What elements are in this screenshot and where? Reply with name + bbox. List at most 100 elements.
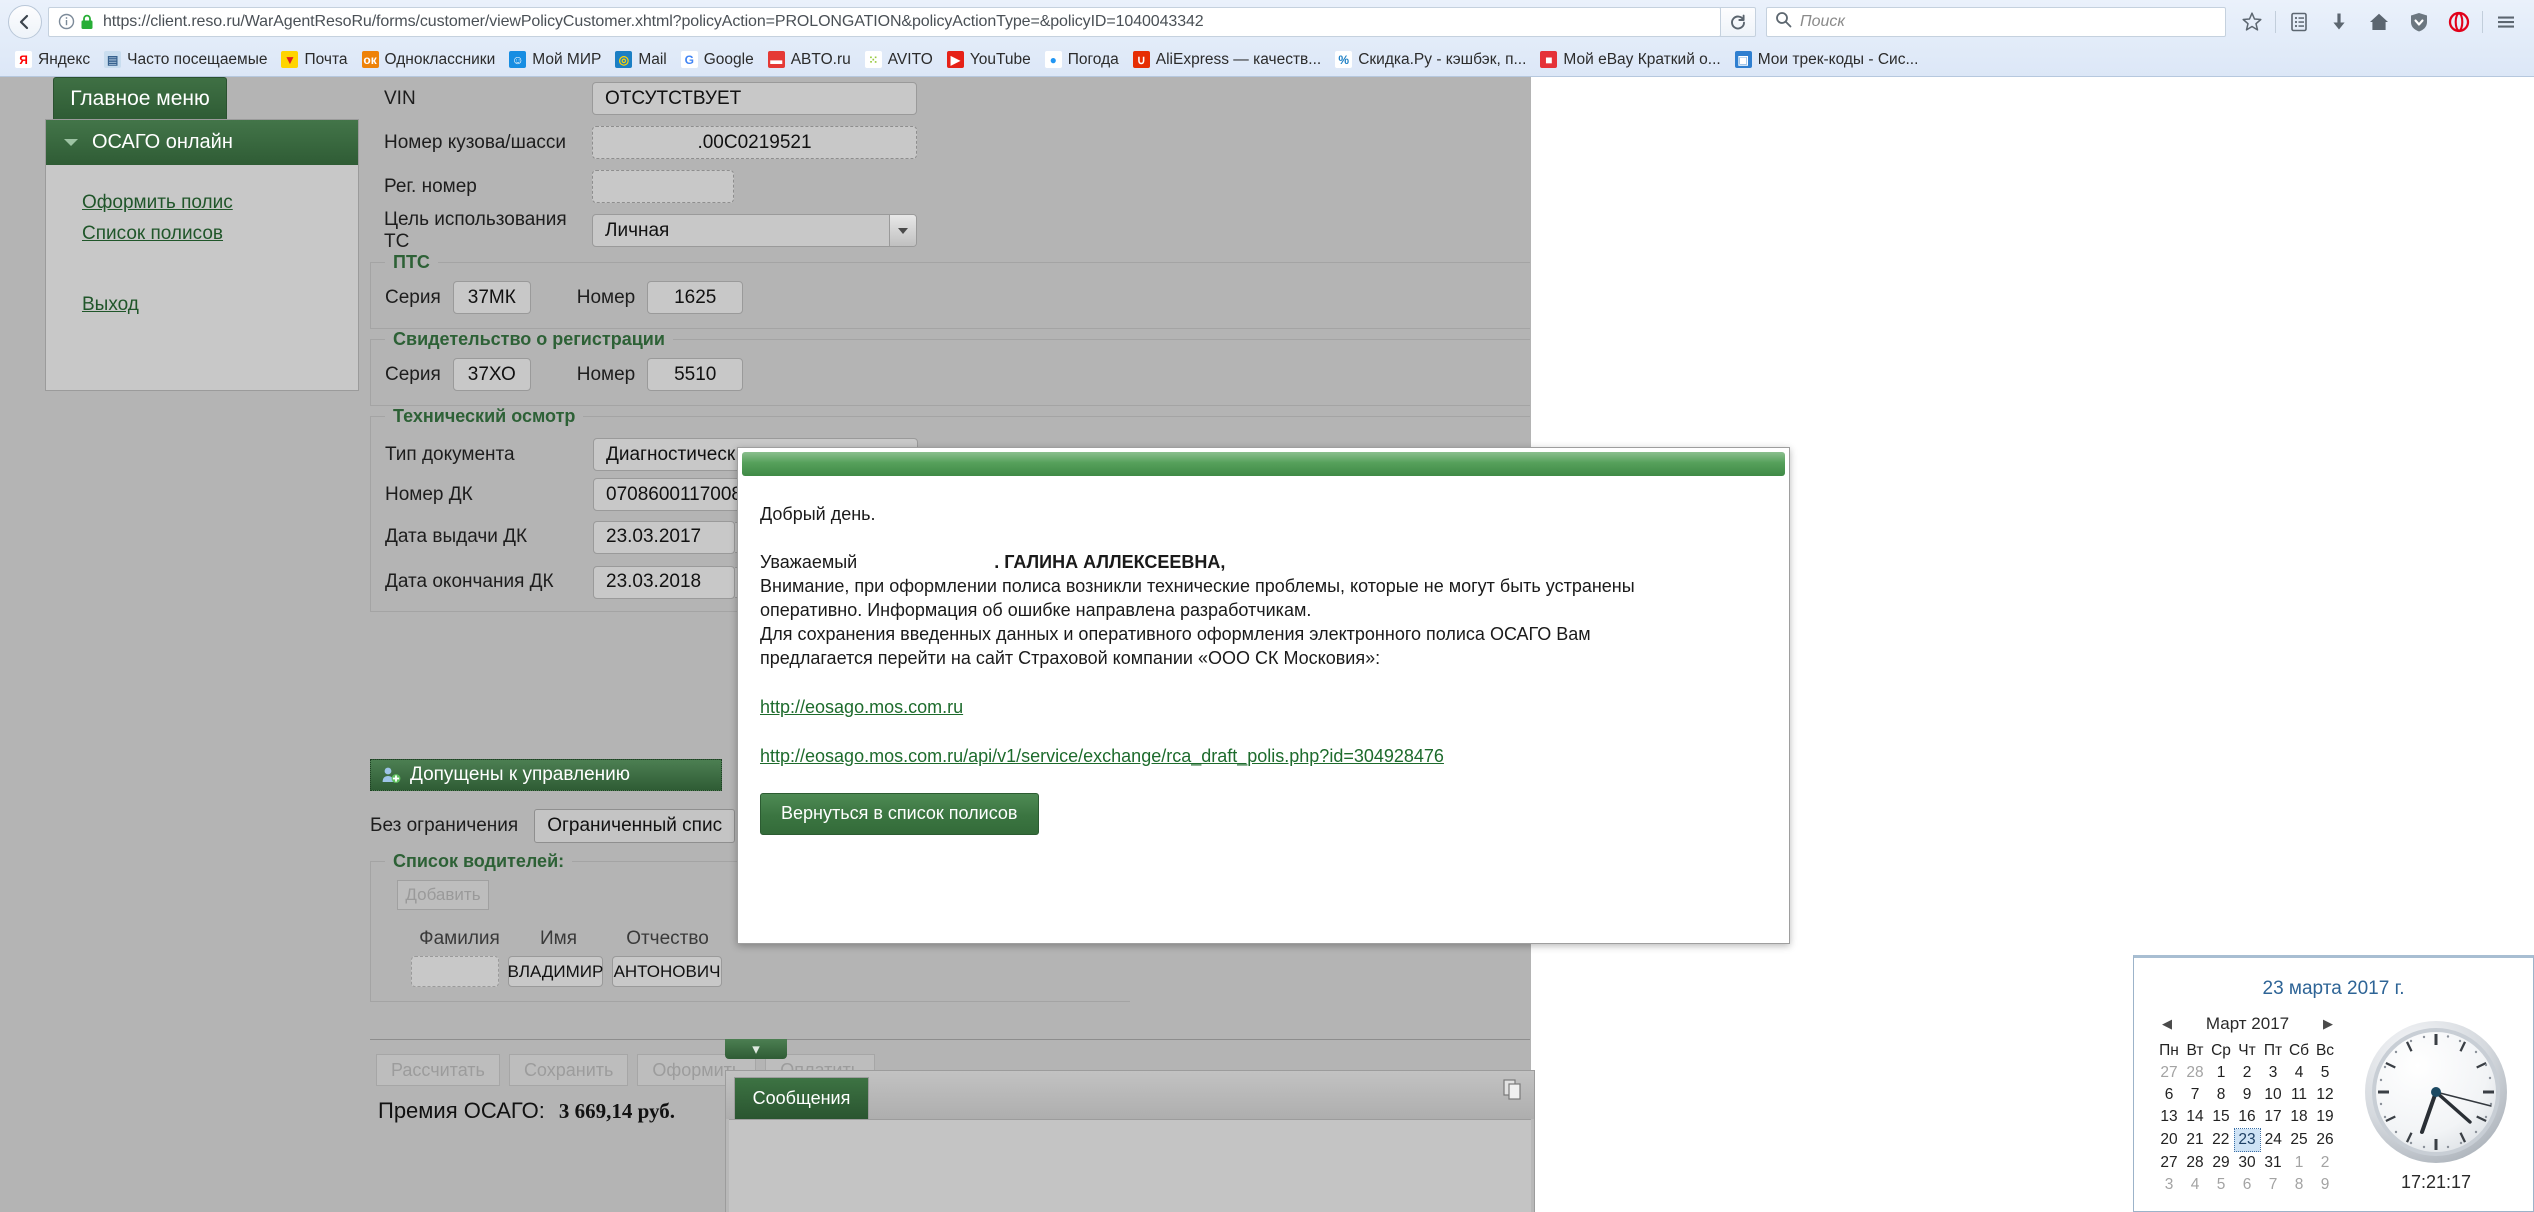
calendar-day[interactable]: 29 [2208, 1152, 2234, 1175]
calendar-day[interactable]: 3 [2260, 1062, 2286, 1084]
bookmark-item-6[interactable]: G Google [674, 46, 761, 73]
calendar-grid[interactable]: Пн Вт Ср Чт Пт Сб Вс 27 28 1 2 3 4 5 6 7 8 9 10 11 12 13 14 15 1… [2156, 1040, 2338, 1196]
home-button[interactable] [2359, 5, 2399, 39]
calendar-day[interactable]: 7 [2260, 1174, 2286, 1196]
back-button[interactable] [8, 4, 42, 39]
calendar-day[interactable]: 27 [2156, 1062, 2182, 1084]
reload-button[interactable] [1720, 6, 1756, 37]
save-button[interactable]: Сохранить [508, 1054, 629, 1086]
registration-number-input[interactable]: 5510 [647, 358, 744, 391]
sidebar-item-policy-list[interactable]: Список полисов [82, 218, 358, 249]
modal-link-site[interactable]: http://eosago.mos.com.ru [760, 697, 963, 718]
calendar-day[interactable]: 2 [2312, 1152, 2338, 1175]
bookmark-item-2[interactable]: ▼ Почта [274, 46, 354, 73]
calendar-day[interactable]: 3 [2156, 1174, 2182, 1196]
option-limited[interactable]: Ограниченный спис [534, 809, 736, 843]
tab-messages[interactable]: Сообщения [734, 1077, 869, 1119]
calendar-day[interactable]: 12 [2312, 1084, 2338, 1106]
bookmark-item-9[interactable]: ▶ YouTube [940, 46, 1038, 73]
calendar-day[interactable]: 14 [2182, 1106, 2208, 1129]
calendar-day[interactable]: 30 [2234, 1152, 2260, 1175]
bookmark-item-5[interactable]: ◎ Mail [608, 46, 673, 73]
calendar-day[interactable]: 22 [2208, 1129, 2234, 1152]
add-driver-button[interactable]: Добавить [397, 880, 489, 910]
calendar-day[interactable]: 13 [2156, 1106, 2182, 1129]
chevron-left-icon[interactable]: ◀ [2162, 1016, 2172, 1032]
bookmark-item-13[interactable]: ■ Мой eBay Краткий о... [1533, 46, 1727, 73]
calendar-day[interactable]: 8 [2208, 1084, 2234, 1106]
calendar-day[interactable]: 20 [2156, 1129, 2182, 1152]
vin-input[interactable]: ОТСУТСТВУЕТ [592, 82, 917, 115]
calendar-day[interactable]: 2 [2234, 1062, 2260, 1084]
bookmark-item-0[interactable]: Я Яндекс [8, 46, 97, 73]
dk-issue-date-input[interactable]: 23.03.2017 [593, 520, 735, 554]
calendar-day[interactable]: 7 [2182, 1084, 2208, 1106]
bookmark-item-14[interactable]: ▣ Мои трек-коды - Сис... [1728, 46, 1926, 73]
opera-button[interactable] [2439, 5, 2479, 39]
calendar-day[interactable]: 1 [2286, 1152, 2312, 1175]
bookmark-item-1[interactable]: ▤ Часто посещаемые [97, 46, 274, 73]
sidebar-item-issue-policy[interactable]: Оформить полис [82, 187, 358, 218]
page-info-icon[interactable] [55, 11, 77, 33]
calendar-day[interactable]: 8 [2286, 1174, 2312, 1196]
calendar-day[interactable]: 19 [2312, 1106, 2338, 1129]
reading-list-button[interactable] [2279, 5, 2319, 39]
driver-surname-input[interactable] [411, 956, 499, 987]
return-to-policy-list-button[interactable]: Вернуться в список полисов [760, 792, 1039, 835]
collapse-panel-button[interactable]: ▾ [725, 1039, 787, 1059]
search-input[interactable]: Поиск [1800, 13, 1845, 31]
calendar-day[interactable]: 9 [2234, 1084, 2260, 1106]
calendar-day[interactable]: 25 [2286, 1129, 2312, 1152]
driver-name-input[interactable]: ВЛАДИМИР [508, 956, 603, 987]
copy-icon[interactable] [1503, 1079, 1522, 1105]
menu-button[interactable] [2486, 5, 2526, 39]
modal-link-draft-policy[interactable]: http://eosago.mos.com.ru/api/v1/service/… [760, 746, 1444, 767]
dk-expiry-date-input[interactable]: 23.03.2018 [593, 565, 735, 599]
bookmark-item-4[interactable]: ☺ Мой МИР [502, 46, 608, 73]
bookmark-star-button[interactable] [2232, 5, 2272, 39]
usage-purpose-select[interactable]: Личная [592, 214, 917, 247]
calendar-day[interactable]: 1 [2208, 1062, 2234, 1084]
calendar-day[interactable]: 9 [2312, 1174, 2338, 1196]
calendar-day[interactable]: 5 [2208, 1174, 2234, 1196]
calendar-day[interactable]: 21 [2182, 1129, 2208, 1152]
calendar-day[interactable]: 6 [2156, 1084, 2182, 1106]
pts-series-input[interactable]: 37МК [452, 281, 531, 314]
bookmark-item-11[interactable]: ∪ AliExpress — качеств... [1126, 46, 1328, 73]
body-number-input[interactable]: .00C0219521 [592, 126, 917, 159]
calendar-day-today[interactable]: 23 [2233, 1128, 2261, 1152]
registration-series-input[interactable]: 37ХО [452, 358, 531, 391]
option-unlimited[interactable]: Без ограничения [370, 815, 534, 837]
bookmark-item-8[interactable]: ⁙ AVITO [858, 46, 940, 73]
bookmark-item-12[interactable]: % Скидка.Ру - кэшбэк, п... [1328, 46, 1533, 73]
downloads-button[interactable] [2319, 5, 2359, 39]
bookmark-item-3[interactable]: ок Одноклассники [355, 46, 503, 73]
calendar-day[interactable]: 15 [2208, 1106, 2234, 1129]
calendar-day[interactable]: 24 [2260, 1129, 2286, 1152]
calendar-day[interactable]: 4 [2286, 1062, 2312, 1084]
address-bar[interactable]: https://client.reso.ru/WarAgentResoRu/fo… [48, 6, 1721, 37]
chevron-right-icon[interactable]: ▶ [2323, 1016, 2333, 1032]
calendar-day[interactable]: 11 [2286, 1084, 2312, 1106]
calendar-day[interactable]: 27 [2156, 1152, 2182, 1175]
calendar-day[interactable]: 28 [2182, 1152, 2208, 1175]
allowed-drivers-header[interactable]: Допущены к управлению [370, 759, 722, 791]
chevron-down-icon[interactable] [889, 215, 916, 246]
calendar-day[interactable]: 16 [2234, 1106, 2260, 1129]
calendar-day[interactable]: 26 [2312, 1129, 2338, 1152]
driver-patronymic-input[interactable]: АНТОНОВИЧ [612, 956, 722, 987]
shield-button[interactable] [2399, 5, 2439, 39]
pts-number-input[interactable]: 1625 [647, 281, 744, 314]
calculate-button[interactable]: Рассчитать [376, 1054, 500, 1086]
calendar-day[interactable]: 28 [2182, 1062, 2208, 1084]
reg-number-input[interactable] [592, 170, 734, 203]
calendar-day[interactable]: 18 [2286, 1106, 2312, 1129]
sidebar-item-logout[interactable]: Выход [82, 289, 358, 320]
calendar-day[interactable]: 4 [2182, 1174, 2208, 1196]
sidebar-section-osago[interactable]: ОСАГО онлайн [46, 120, 358, 165]
main-menu-tab[interactable]: Главное меню [53, 77, 227, 119]
calendar-day[interactable]: 5 [2312, 1062, 2338, 1084]
bookmark-item-10[interactable]: ● Погода [1038, 46, 1126, 73]
calendar-day[interactable]: 17 [2260, 1106, 2286, 1129]
search-bar[interactable]: Поиск [1766, 6, 2226, 37]
